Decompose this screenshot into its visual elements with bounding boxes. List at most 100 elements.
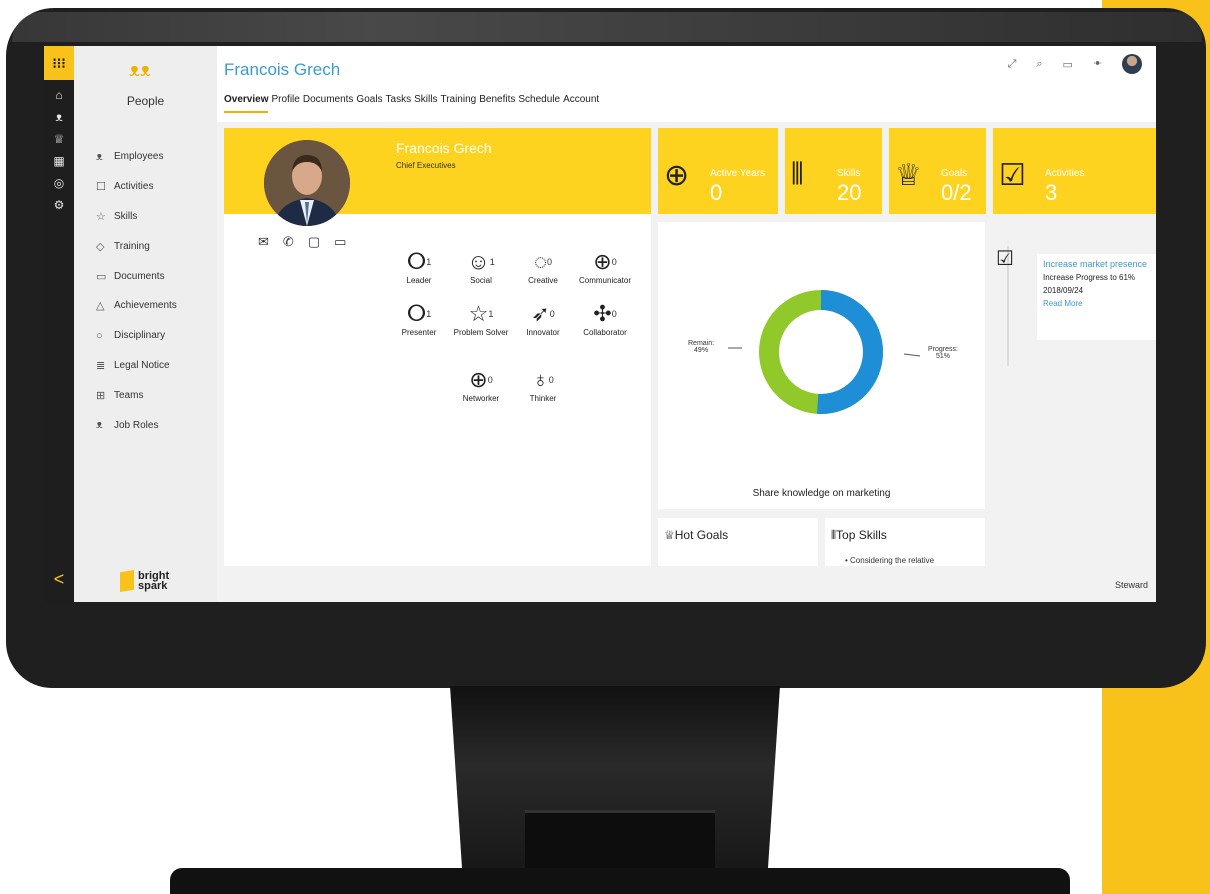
sidebar-item-employees[interactable]: ᴥ Employees [96,142,177,172]
sidebar-item-label: Employees [114,151,164,163]
trait-networker[interactable]: ⊕0 Networker [446,366,516,403]
palette-icon: ◌ [533,249,548,274]
sidebar-item-skills[interactable]: ☆ Skills [96,202,177,232]
sidebar-menu: ᴥ Employees ☐ Activities ☆ Skills ◇ Training… [96,142,177,440]
trait-collaborator[interactable]: ✣0 Collaborator [570,300,640,337]
trait-presenter[interactable]: ⵔ1 Presenter [384,300,454,337]
phone-icon[interactable]: ✆ [283,234,294,250]
remain-label: Remain: 49% [688,340,715,354]
monitor-hinge [525,810,715,870]
collapse-sidebar-button[interactable]: < [44,569,74,590]
sidebar-item-label: Legal Notice [114,359,170,371]
goal-caption: Share knowledge on marketing [752,488,891,499]
people-icon[interactable]: ᴥ [44,106,74,128]
status-bar: Steward [217,570,1156,602]
sidebar-item-disciplinary[interactable]: ○ Disciplinary [96,321,177,351]
globe-person-icon: ⊕ [593,249,612,274]
user-avatar[interactable] [1122,54,1142,74]
target-icon[interactable]: ◎ [44,172,74,194]
sidebar-item-label: Activities [114,181,154,193]
tab-profile[interactable]: Profile [271,94,299,113]
org-chart-icon[interactable]: ꔹ [1093,58,1102,71]
stat-goals[interactable]: ♕ Goals 0/2 [889,128,986,214]
trait-problem-solver[interactable]: ☆1 Problem Solver [446,300,516,337]
sidebar-item-training[interactable]: ◇ Training [96,231,177,261]
tab-account[interactable]: Account [563,94,599,113]
document-icon: ▭ [96,270,107,283]
expand-icon[interactable]: ⤢ [1008,58,1017,71]
top-skills-card[interactable]: ⫴Top Skills • Considering the relative [825,518,985,566]
mail-icon[interactable]: ✉ [258,234,269,250]
bezel-shine [12,12,1202,42]
sidebar-item-achievements[interactable]: △ Achievements [96,291,177,321]
tab-skills[interactable]: Skills [414,94,437,113]
home-icon[interactable]: ⌂ [44,84,74,106]
video-icon[interactable]: ▭ [334,234,346,250]
goal-progress-card: Remain: 49% Progress: 51% Share knowledge … [658,222,985,509]
employee-name: Francois Grech [396,140,492,156]
current-user-label: Steward [1114,580,1148,590]
tab-training[interactable]: Training [440,94,476,113]
leader-icon: ⵔ [406,249,427,274]
trait-communicator[interactable]: ⊕0 Communicator [570,248,640,285]
portrait-drawing [264,140,350,226]
trait-thinker[interactable]: ♁0 Thinker [508,366,578,403]
search-icon[interactable]: ⌕ [1036,58,1042,71]
hot-goals-card[interactable]: ♕Hot Goals [658,518,818,566]
progress-label: Progress: 51% [928,346,958,360]
tab-benefits[interactable]: Benefits [479,94,515,113]
activity-entry: Increase market presence Increase Progre… [1037,254,1156,340]
trophy-icon[interactable]: ♕ [44,128,74,150]
apps-waffle-icon[interactable]: ⁝⁝⁝ [44,46,74,80]
message-icon[interactable]: ▢ [308,234,320,250]
stat-skills[interactable]: ⫴ Skills 20 [785,128,882,214]
sidebar-item-label: Training [114,240,150,252]
employee-role: Chief Executives [396,161,456,170]
sidebar-item-documents[interactable]: ▭ Documents [96,261,177,291]
clipboard-check-icon: ☑ [996,248,1014,270]
profile-card: Francois Grech Chief Executives ✉ ✆ ▢ ▭ … [224,128,651,566]
tab-goals[interactable]: Goals [356,94,382,113]
sidebar-item-activities[interactable]: ☐ Activities [96,172,177,202]
legal-icon: ≣ [96,359,106,372]
sidebar-item-legal-notice[interactable]: ≣ Legal Notice [96,351,177,381]
sidebar-item-job-roles[interactable]: ᴥ Job Roles [96,410,177,440]
read-more-link[interactable]: Read More [1043,297,1151,310]
clipboard-check-icon: ☑ [999,159,1026,192]
trait-innovator[interactable]: ➶0 Innovator [508,300,578,337]
chat-icon[interactable]: ▭ [1063,58,1073,71]
page-header: Francois Grech Overview Profile Document… [217,46,1156,122]
sidebar-item-label: Job Roles [114,419,159,431]
stat-activities[interactable]: ☑ Activities 3 [993,128,1156,214]
activity-title[interactable]: Increase market presence [1043,258,1151,271]
contact-actions: ✉ ✆ ▢ ▭ [258,234,346,250]
trait-leader[interactable]: ⵔ1 Leader [384,248,454,285]
tab-tasks[interactable]: Tasks [386,94,412,113]
stat-active-years[interactable]: ⊕ Active Years 0 [658,128,778,214]
clipboard-icon: ☐ [96,181,106,194]
sidebar-item-teams[interactable]: ⊞ Teams [96,380,177,410]
tab-documents[interactable]: Documents [303,94,354,113]
activity-date: 2018/09/24 [1043,286,1084,295]
trait-social[interactable]: ☺1 Social [446,248,516,285]
logo-mark [120,570,134,592]
job-roles-icon: ᴥ [96,419,103,432]
bright-spark-logo: bright spark [120,570,169,592]
employee-photo [264,140,350,226]
teams-icon: ⊞ [96,389,106,402]
lightbulb-icon: ♁ [532,367,549,392]
tab-overview[interactable]: Overview [224,94,269,113]
disciplinary-icon: ○ [96,329,103,342]
calendar-icon[interactable]: ▦ [44,150,74,172]
tools-icon: ⫴ [791,158,804,191]
page-title: Francois Grech [224,60,341,79]
presenter-icon: ⵔ [406,301,427,326]
trait-creative[interactable]: ◌0 Creative [508,248,578,285]
trophy-icon: ♕ [895,159,922,192]
settings-icon[interactable]: ⚙ [44,194,74,216]
top-skills-title: Top Skills [836,528,887,542]
activity-detail: Increase Progress to 61% [1043,273,1136,282]
sidebar-item-label: Teams [114,389,144,401]
main-content: Francois Grech Overview Profile Document… [217,46,1156,602]
tab-schedule[interactable]: Schedule [518,94,560,113]
